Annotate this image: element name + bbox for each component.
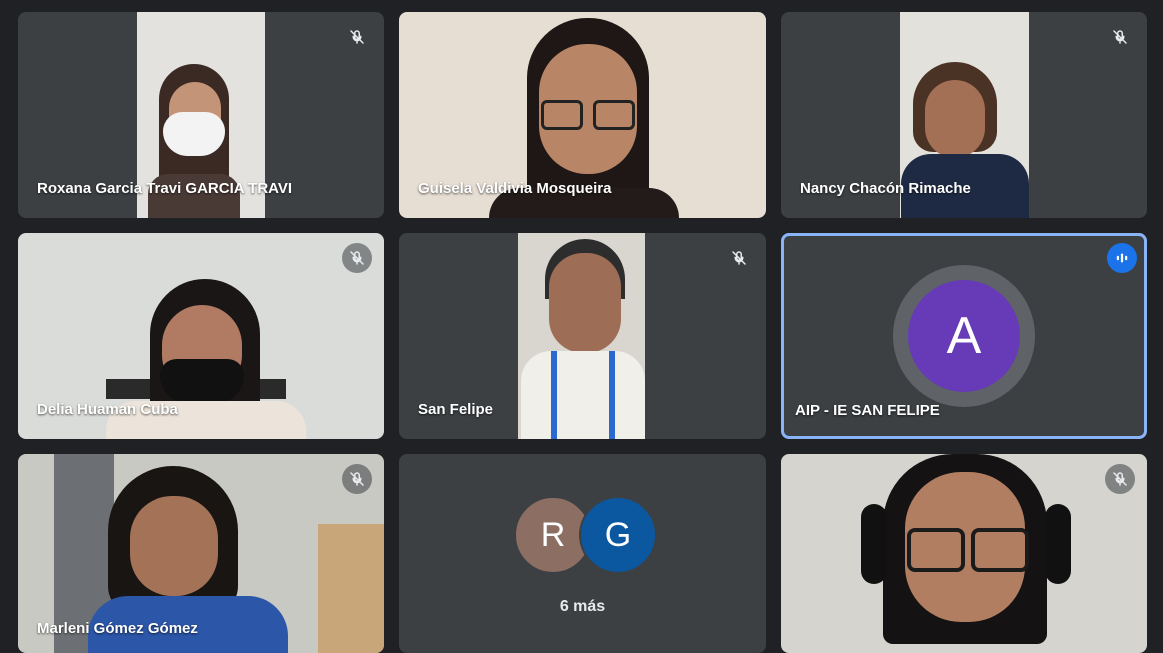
participant-tile[interactable]: Roxana Garcia Travi GARCIA TRAVI (18, 12, 384, 218)
participant-name: Delia Huaman Cuba (37, 401, 178, 418)
participant-name: Marleni Gómez Gómez (37, 620, 198, 637)
audio-level-icon (1107, 243, 1137, 273)
participant-tile[interactable] (781, 454, 1147, 653)
participant-tile[interactable]: Marleni Gómez Gómez (18, 454, 384, 653)
participant-tile[interactable]: Guisela Valdivia Mosqueira (399, 12, 766, 218)
background-box (318, 524, 384, 653)
participant-tile[interactable]: San Felipe (399, 233, 766, 439)
more-participants-label: 6 más (559, 598, 606, 615)
mic-off-icon (1105, 22, 1135, 52)
participant-name: Nancy Chacón Rimache (800, 180, 971, 197)
mic-off-icon (342, 464, 372, 494)
participant-name: AIP - IE SAN FELIPE (795, 402, 940, 419)
participant-figure (521, 239, 645, 439)
participant-tile[interactable]: Nancy Chacón Rimache (781, 12, 1147, 218)
participant-name: San Felipe (418, 401, 494, 418)
avatar-ring: A (893, 265, 1035, 407)
avatar: G (579, 496, 657, 574)
participant-tile[interactable]: A AIP - IE SAN FELIPE (781, 233, 1147, 439)
mic-off-icon (1105, 464, 1135, 494)
avatar: A (908, 280, 1020, 392)
participant-name: Guisela Valdivia Mosqueira (418, 180, 612, 197)
more-participants-tile[interactable]: R G 6 más (399, 454, 766, 653)
mic-off-icon (724, 243, 754, 273)
meeting-grid: Roxana Garcia Travi GARCIA TRAVI Guisela… (0, 0, 1163, 653)
participant-tile[interactable]: Delia Huaman Cuba (18, 233, 384, 439)
mic-off-icon (342, 243, 372, 273)
participant-name: Roxana Garcia Travi GARCIA TRAVI (37, 180, 293, 197)
participant-figure (861, 454, 1071, 653)
mic-off-icon (342, 22, 372, 52)
